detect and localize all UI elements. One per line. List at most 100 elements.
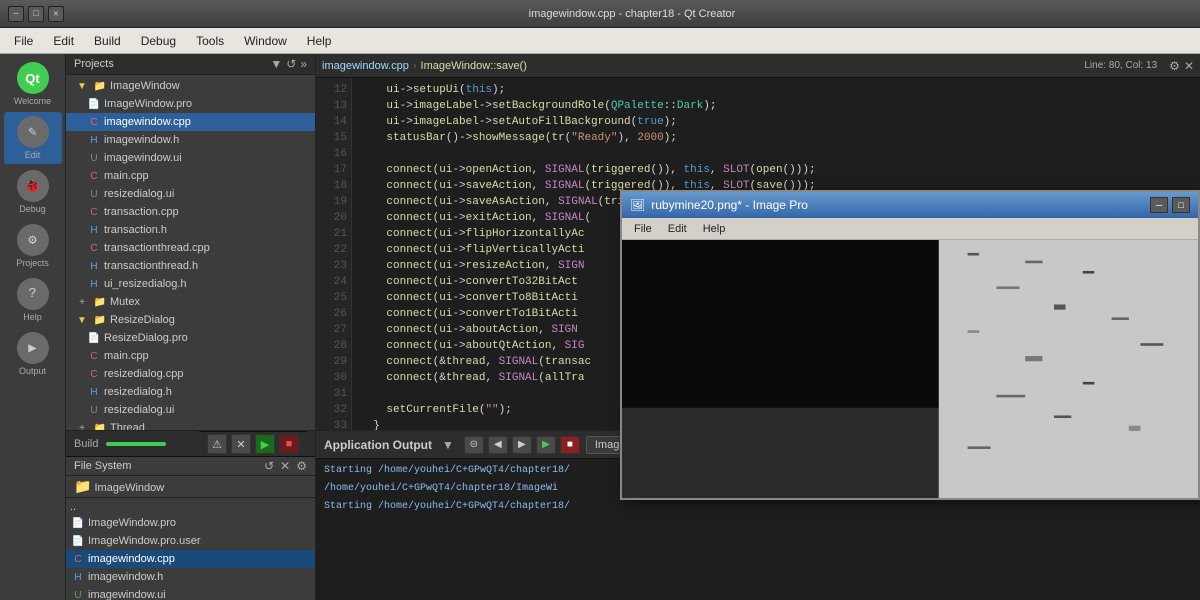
float-window-title: rubymine20.png* - Image Pro <box>651 198 808 212</box>
output-stop-btn[interactable]: ■ <box>560 436 580 454</box>
build-stop-icon[interactable]: ■ <box>279 434 299 454</box>
build-action-icons: ⚠ ✕ ▶ ■ <box>199 431 307 456</box>
tree-item-imagewindow[interactable]: ▼ 📁 ImageWindow <box>66 77 315 95</box>
tree-label: transaction.h <box>104 224 167 236</box>
fs-sync-icon[interactable]: ↺ <box>264 459 274 473</box>
menu-window[interactable]: Window <box>234 32 297 50</box>
editor-breadcrumb: imagewindow.cpp › ImageWindow::save() <box>322 60 1080 72</box>
tree-item-thread[interactable]: + 📁 Thread <box>66 419 315 430</box>
close-button[interactable]: ✕ <box>48 6 64 22</box>
output-prev-btn[interactable]: ◀ <box>488 436 508 454</box>
ui-file-icon: U <box>86 150 102 166</box>
file-tree-panel: Projects ▼ ↺ » ▼ 📁 ImageWindow 📄 <box>66 54 316 430</box>
tree-item-imagewindow-ui[interactable]: U imagewindow.ui <box>66 149 315 167</box>
build-warning-icon[interactable]: ⚠ <box>207 434 227 454</box>
float-title-controls: ─ □ <box>1150 197 1190 213</box>
fs-item-imagewindow-ui[interactable]: U imagewindow.ui <box>66 586 315 600</box>
minimize-button[interactable]: ─ <box>8 6 24 22</box>
bottom-left-panel: Build ⚠ ✕ ▶ ■ File System ↺ ✕ ⚙ <box>66 431 316 600</box>
output-next-btn[interactable]: ▶ <box>512 436 532 454</box>
build-progress-bar <box>106 442 166 446</box>
float-minimize-btn[interactable]: ─ <box>1150 197 1168 213</box>
fs-close-icon[interactable]: ✕ <box>280 459 290 473</box>
tree-item-transaction-h[interactable]: H transaction.h <box>66 221 315 239</box>
edit-icon: ✎ <box>17 116 49 148</box>
line-numbers: 1213141516171819202122232425262728293031… <box>316 78 352 430</box>
breadcrumb-file: imagewindow.cpp <box>322 60 409 72</box>
float-menu-file[interactable]: File <box>626 221 660 237</box>
panel-header-icons: ▼ ↺ » <box>270 57 307 71</box>
fs-item-label: ImageWindow.pro <box>88 517 176 529</box>
float-menu-help[interactable]: Help <box>695 221 734 237</box>
tree-item-resizedialog[interactable]: ▼ 📁 ResizeDialog <box>66 311 315 329</box>
h-icon: H <box>70 569 86 585</box>
menu-file[interactable]: File <box>4 32 43 50</box>
menu-help[interactable]: Help <box>297 32 342 50</box>
menu-debug[interactable]: Debug <box>131 32 186 50</box>
fs-item-label: ImageWindow.pro.user <box>88 535 201 547</box>
fs-settings-icon[interactable]: ⚙ <box>296 459 307 473</box>
sidebar-item-help[interactable]: ? Help <box>4 274 62 326</box>
tree-label: main.cpp <box>104 170 149 182</box>
build-error-icon[interactable]: ✕ <box>231 434 251 454</box>
fs-item-imagewindow-h[interactable]: H imagewindow.h <box>66 568 315 586</box>
tree-item-resizedialog-h[interactable]: H resizedialog.h <box>66 383 315 401</box>
sidebar-item-projects[interactable]: ⚙ Projects <box>4 220 62 272</box>
h-file-icon: H <box>86 132 102 148</box>
projects-icon: ⚙ <box>17 224 49 256</box>
folder-icon: ▼ <box>74 78 90 94</box>
tree-item-resizedialog-ui2[interactable]: U resizedialog.ui <box>66 401 315 419</box>
pro-file-icon: 📄 <box>86 330 102 346</box>
fs-item-imagewindow-pro-user[interactable]: 📄 ImageWindow.pro.user <box>66 532 315 550</box>
float-window-icon: 🖼 <box>630 198 645 212</box>
tree-item-resizedialog-pro[interactable]: 📄 ResizeDialog.pro <box>66 329 315 347</box>
tree-label: imagewindow.h <box>104 134 179 146</box>
filter-icon[interactable]: ▼ <box>270 57 282 71</box>
output-clear-btn[interactable]: ⊝ <box>464 436 484 454</box>
breadcrumb-icon[interactable]: » <box>300 57 307 71</box>
sidebar-item-output[interactable]: ▶ Output <box>4 328 62 380</box>
sidebar-label-edit: Edit <box>25 150 41 160</box>
folder-icon: 📁 <box>92 312 108 328</box>
float-restore-btn[interactable]: □ <box>1172 197 1190 213</box>
build-indicator: Build ⚠ ✕ ▶ ■ <box>66 431 315 457</box>
tree-item-main-cpp2[interactable]: C main.cpp <box>66 347 315 365</box>
sync-icon[interactable]: ↺ <box>286 57 296 71</box>
tree-item-imagewindow-h[interactable]: H imagewindow.h <box>66 131 315 149</box>
tree-item-mutex[interactable]: + 📁 Mutex <box>66 293 315 311</box>
tree-label: Thread <box>110 422 145 430</box>
output-label: Application Output <box>324 438 432 452</box>
tree-item-imagewindow-cpp[interactable]: C imagewindow.cpp <box>66 113 315 131</box>
file-system-icons: ↺ ✕ ⚙ <box>264 459 307 473</box>
tree-item-imagewindow-pro[interactable]: 📄 ImageWindow.pro <box>66 95 315 113</box>
fs-root-icon: 📁 <box>74 478 91 494</box>
output-dropdown-icon[interactable]: ▼ <box>442 438 454 452</box>
build-run-icon[interactable]: ▶ <box>255 434 275 454</box>
fs-item-label: .. <box>70 501 76 513</box>
tree-label: transactionthread.h <box>104 260 198 272</box>
menu-edit[interactable]: Edit <box>43 32 84 50</box>
menu-tools[interactable]: Tools <box>186 32 234 50</box>
float-menu-edit[interactable]: Edit <box>660 221 695 237</box>
fs-item-parent[interactable]: .. <box>66 500 315 514</box>
editor-settings-icon[interactable]: ⚙ <box>1169 59 1180 73</box>
sidebar-item-debug[interactable]: 🐞 Debug <box>4 166 62 218</box>
title-bar-controls: ─ □ ✕ <box>8 6 64 22</box>
output-run-btn[interactable]: ▶ <box>536 436 556 454</box>
tree-item-main-cpp[interactable]: C main.cpp <box>66 167 315 185</box>
h-file-icon: H <box>86 276 102 292</box>
sidebar-item-edit[interactable]: ✎ Edit <box>4 112 62 164</box>
tree-item-resizedialog-ui[interactable]: U resizedialog.ui <box>66 185 315 203</box>
restore-button[interactable]: □ <box>28 6 44 22</box>
file-list: .. 📄 ImageWindow.pro 📄 ImageWindow.pro.u… <box>66 498 315 600</box>
tree-item-transactionthread-h[interactable]: H transactionthread.h <box>66 257 315 275</box>
editor-close-icon[interactable]: ✕ <box>1184 59 1194 73</box>
fs-item-imagewindow-cpp[interactable]: C imagewindow.cpp <box>66 550 315 568</box>
tree-item-transactionthread-cpp[interactable]: C transactionthread.cpp <box>66 239 315 257</box>
menu-build[interactable]: Build <box>84 32 131 50</box>
tree-item-resizedialog-cpp[interactable]: C resizedialog.cpp <box>66 365 315 383</box>
fs-item-imagewindow-pro[interactable]: 📄 ImageWindow.pro <box>66 514 315 532</box>
tree-item-transaction-cpp[interactable]: C transaction.cpp <box>66 203 315 221</box>
sidebar-item-welcome[interactable]: Qt Welcome <box>4 58 62 110</box>
tree-item-ui-resizedialog-h[interactable]: H ui_resizedialog.h <box>66 275 315 293</box>
